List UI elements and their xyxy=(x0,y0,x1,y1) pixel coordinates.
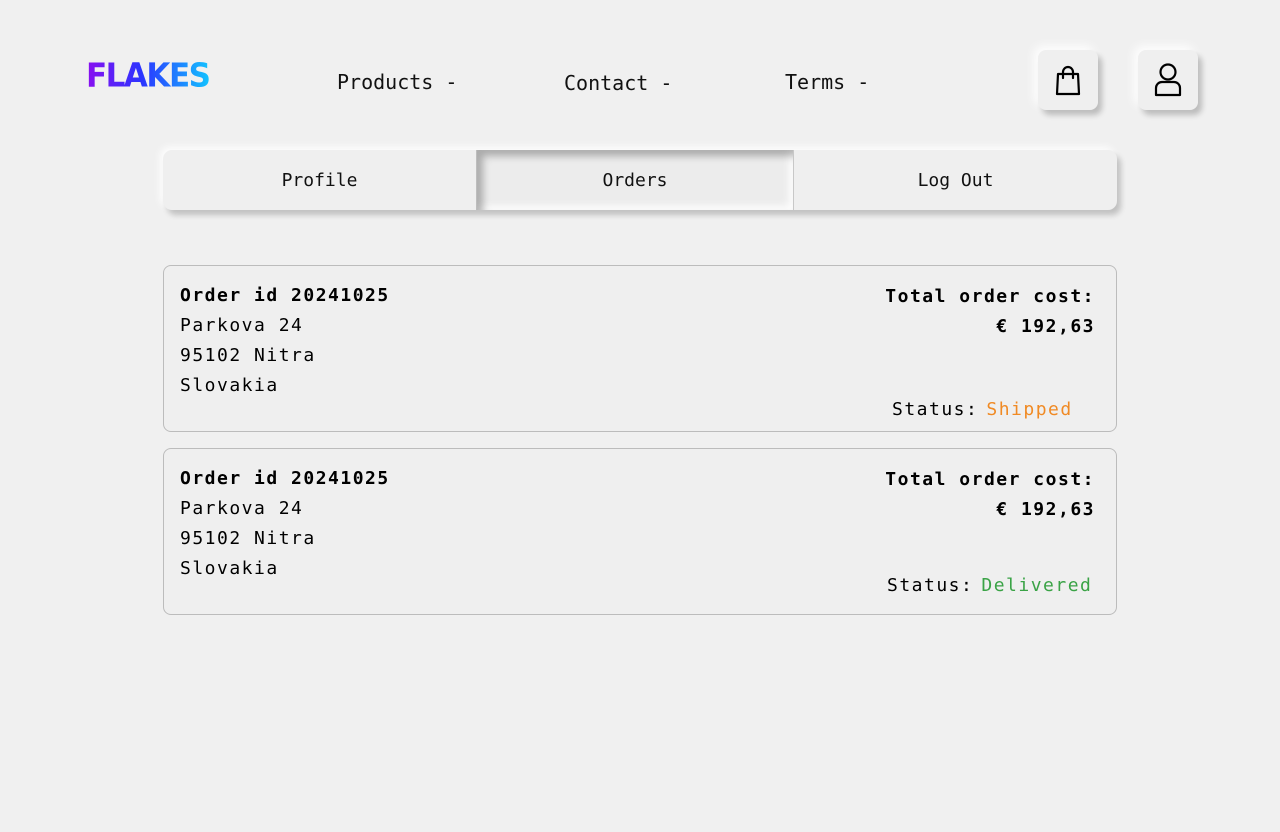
total-value: € 192,63 xyxy=(996,499,1095,520)
address-country: Slovakia xyxy=(180,375,279,396)
order-card: Order id 20241025 Parkova 24 95102 Nitra… xyxy=(163,265,1117,432)
status-value: Shipped xyxy=(986,399,1073,420)
order-details: Order id 20241025 Parkova 24 95102 Nitra… xyxy=(180,281,390,401)
order-id: Order id 20241025 xyxy=(180,468,390,489)
order-status: Status: Shipped xyxy=(892,398,1073,422)
order-details: Order id 20241025 Parkova 24 95102 Nitra… xyxy=(180,464,390,584)
cart-button[interactable] xyxy=(1038,50,1098,110)
nav-contact[interactable]: Contact - xyxy=(564,71,672,95)
total-label: Total order cost: xyxy=(885,286,1095,307)
address-street: Parkova 24 xyxy=(180,498,304,519)
order-card: Order id 20241025 Parkova 24 95102 Nitra… xyxy=(163,448,1117,615)
shopping-bag-icon xyxy=(1055,65,1081,96)
status-label: Status: xyxy=(892,399,979,420)
user-icon xyxy=(1154,63,1182,97)
flakes-logo[interactable]: FLAKES xyxy=(86,57,211,95)
order-id: Order id 20241025 xyxy=(180,285,390,306)
account-tabs: Profile Orders Log Out xyxy=(163,150,1117,210)
tab-profile[interactable]: Profile xyxy=(163,150,476,210)
order-total: Total order cost: € 192,63 xyxy=(885,465,1095,525)
orders-page: FLAKES Products - Contact - Terms - Prof… xyxy=(0,0,1280,832)
order-total: Total order cost: € 192,63 xyxy=(885,282,1095,342)
address-country: Slovakia xyxy=(180,558,279,579)
address-street: Parkova 24 xyxy=(180,315,304,336)
address-city: 95102 Nitra xyxy=(180,345,316,366)
tab-orders[interactable]: Orders xyxy=(476,150,794,210)
status-value: Delivered xyxy=(981,575,1093,596)
address-city: 95102 Nitra xyxy=(180,528,316,549)
status-label: Status: xyxy=(887,575,974,596)
nav-terms[interactable]: Terms - xyxy=(785,70,869,94)
order-status: Status: Delivered xyxy=(887,574,1092,598)
total-label: Total order cost: xyxy=(885,469,1095,490)
tab-log-out[interactable]: Log Out xyxy=(794,150,1117,210)
user-button[interactable] xyxy=(1138,50,1198,110)
total-value: € 192,63 xyxy=(996,316,1095,337)
nav-products[interactable]: Products - xyxy=(337,70,457,94)
